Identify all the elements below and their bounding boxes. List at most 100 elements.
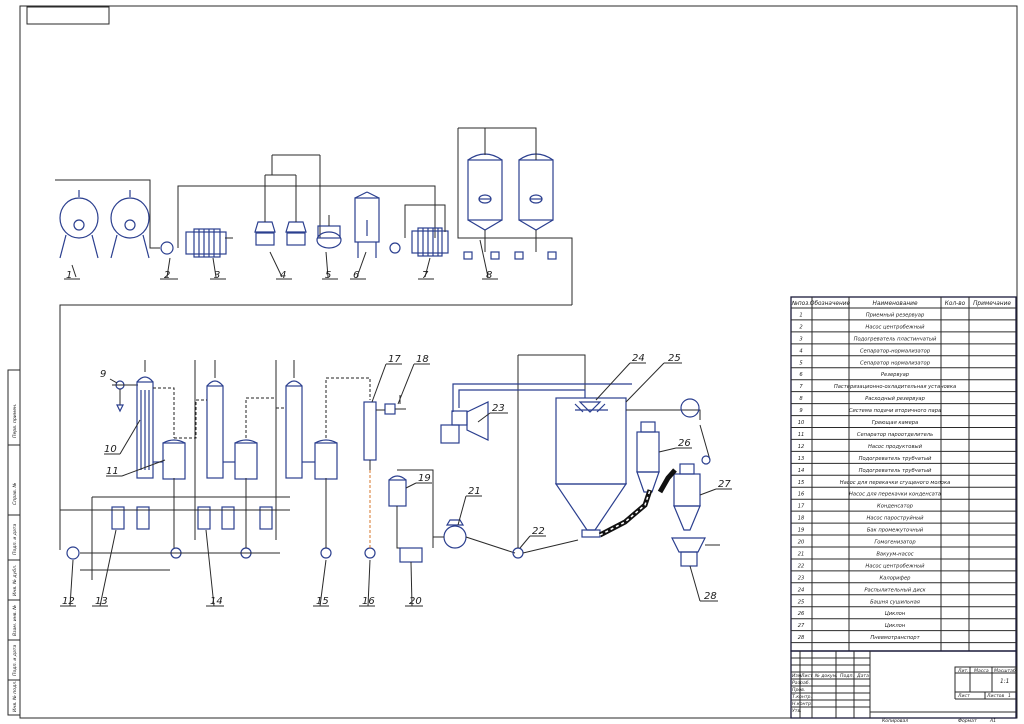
- title-row-label: Пров.: [792, 687, 805, 693]
- table-cell-position: 15: [798, 480, 805, 486]
- title-col-header: Подп.: [840, 673, 854, 679]
- table-cell-name: Подогреватель пластинчатый: [854, 336, 937, 342]
- table-cell-position: 27: [798, 623, 805, 629]
- side-stamp-field: Справ. №: [12, 482, 18, 505]
- title-row-label: Т.контр.: [792, 694, 812, 700]
- pasteurizer: [404, 204, 449, 257]
- title-block: Изм. Лист № докум. Подп. Дата Разраб. Пр…: [790, 650, 1017, 724]
- position-label: 18: [416, 354, 429, 365]
- position-label: 14: [210, 596, 223, 607]
- table-cell-name: Циклон: [885, 623, 906, 629]
- table-cell-name: Греющая камера: [872, 420, 918, 426]
- table-cell-name: Насос пароструйный: [866, 516, 924, 522]
- table-cell-position: 8: [799, 396, 803, 402]
- table-header: №поз.: [791, 301, 810, 307]
- title-col-header: № докум.: [814, 673, 838, 679]
- position-label: 6: [353, 270, 359, 281]
- table-cell-position: 1: [799, 312, 802, 318]
- position-label: 8: [486, 270, 492, 281]
- specification-table: №поз. Обозначение Наименование Кол-во Пр…: [790, 296, 1017, 652]
- table-cell-name: Приемный резервуар: [866, 312, 925, 318]
- table-cell-position: 2: [799, 324, 802, 330]
- position-label: 11: [106, 466, 119, 477]
- process-flow-drawing: Перв. примен. Справ. № Подп. и дата Инв.…: [7, 5, 1018, 724]
- table-cell-position: 16: [798, 492, 805, 498]
- table-cell-position: 5: [799, 360, 803, 366]
- table-cell-position: 9: [799, 408, 802, 414]
- sheets-value: 1: [1008, 693, 1011, 699]
- position-label: 7: [422, 270, 429, 281]
- table-cell-name: Распылительный диск: [864, 587, 926, 593]
- table-cell-position: 11: [798, 432, 805, 438]
- position-label: 12: [62, 596, 75, 607]
- table-cell-name: Насос центробежный: [865, 563, 925, 569]
- table-cell-position: 13: [798, 456, 805, 462]
- receiving-tank: [55, 179, 160, 259]
- table-cell-position: 6: [799, 372, 803, 378]
- side-stamp-field: Подп. и дата: [12, 524, 18, 555]
- evaporator-section: [60, 354, 586, 580]
- table-cell-name: Сепаратор нормализатор: [860, 360, 931, 366]
- table-cell-name: Циклон: [885, 611, 906, 617]
- position-label: 24: [632, 353, 645, 364]
- table-header: Обозначение: [810, 301, 851, 307]
- table-cell-position: 3: [799, 336, 802, 342]
- title-col-header: Дата: [856, 673, 869, 679]
- table-cell-position: 7: [799, 384, 803, 390]
- side-stamp-field: Подп. и дата: [12, 645, 18, 676]
- table-cell-name: Насос для перекачки сгущеного молока: [840, 480, 951, 486]
- side-stamp-field: Инв. № подл.: [12, 680, 18, 712]
- table-cell-position: 24: [798, 587, 805, 593]
- table-cell-name: Насос центробежный: [865, 324, 925, 330]
- table-cell-position: 19: [798, 528, 805, 534]
- table-cell-name: Система подачи вторичного пара: [849, 408, 941, 414]
- table-header: Кол-во: [945, 301, 966, 307]
- table-cell-name: Конденсатор: [877, 504, 914, 510]
- sheet-label: Лист: [957, 693, 970, 699]
- position-label: 1: [66, 270, 72, 281]
- table-cell-position: 23: [798, 575, 805, 581]
- format-value: А1: [989, 718, 996, 724]
- table-cell-position: 4: [799, 348, 802, 354]
- table-cell-position: 17: [798, 504, 805, 510]
- supply-tanks: [457, 127, 573, 305]
- table-cell-name: Пневмотранспорт: [870, 635, 920, 641]
- title-col-header: Лист: [800, 673, 813, 679]
- table-cell-position: 10: [798, 420, 805, 426]
- separator: [254, 154, 321, 246]
- sheets-label: Листов: [986, 693, 1004, 699]
- side-stamp-field: Взам. инв. №: [12, 605, 18, 636]
- table-cell-name: Подогреватель трубчатый: [859, 468, 932, 474]
- table-cell-position: 20: [798, 540, 805, 546]
- position-label: 2: [164, 270, 170, 281]
- scale-value: 1:1: [1000, 679, 1009, 685]
- position-labels: 1 2 3 4 5 6 7 8 9 10 11 12 13 14 15 16 1…: [60, 239, 732, 607]
- plate-heater: [185, 228, 227, 258]
- position-label: 5: [325, 270, 331, 281]
- table-cell-position: 28: [798, 635, 805, 641]
- table-cell-position: 26: [798, 611, 805, 617]
- position-label: 3: [214, 270, 220, 281]
- table-header: Наименование: [872, 301, 917, 307]
- table-cell-position: 25: [798, 599, 805, 605]
- position-label: 19: [418, 473, 431, 484]
- title-row-label: Утв.: [792, 708, 802, 714]
- table-cell-name: Сепаратор-нормализатор: [860, 348, 931, 354]
- lit-label: Лит.: [957, 668, 969, 674]
- table-cell-name: Вакуум-насос: [876, 552, 913, 558]
- position-label: 21: [468, 486, 481, 497]
- position-label: 28: [704, 591, 717, 602]
- pump: [389, 242, 401, 254]
- table-cell-position: 12: [798, 444, 805, 450]
- top-process-row: [55, 127, 573, 550]
- side-stamp: Перв. примен. Справ. № Подп. и дата Инв.…: [7, 369, 21, 716]
- position-label: 17: [388, 354, 401, 365]
- separator-normalizer: [316, 215, 342, 249]
- table-cell-name: Подогреватель трубчатый: [859, 456, 932, 462]
- table-cell-position: 14: [798, 468, 805, 474]
- title-row-label: Н.контр.: [792, 701, 813, 707]
- table-cell-name: Насос продуктовый: [868, 444, 923, 450]
- side-stamp-field: Перв. примен.: [12, 404, 18, 439]
- scale-label: Масштаб: [994, 668, 1016, 674]
- table-cell-name: Насос для перекачки конденсата: [849, 492, 941, 498]
